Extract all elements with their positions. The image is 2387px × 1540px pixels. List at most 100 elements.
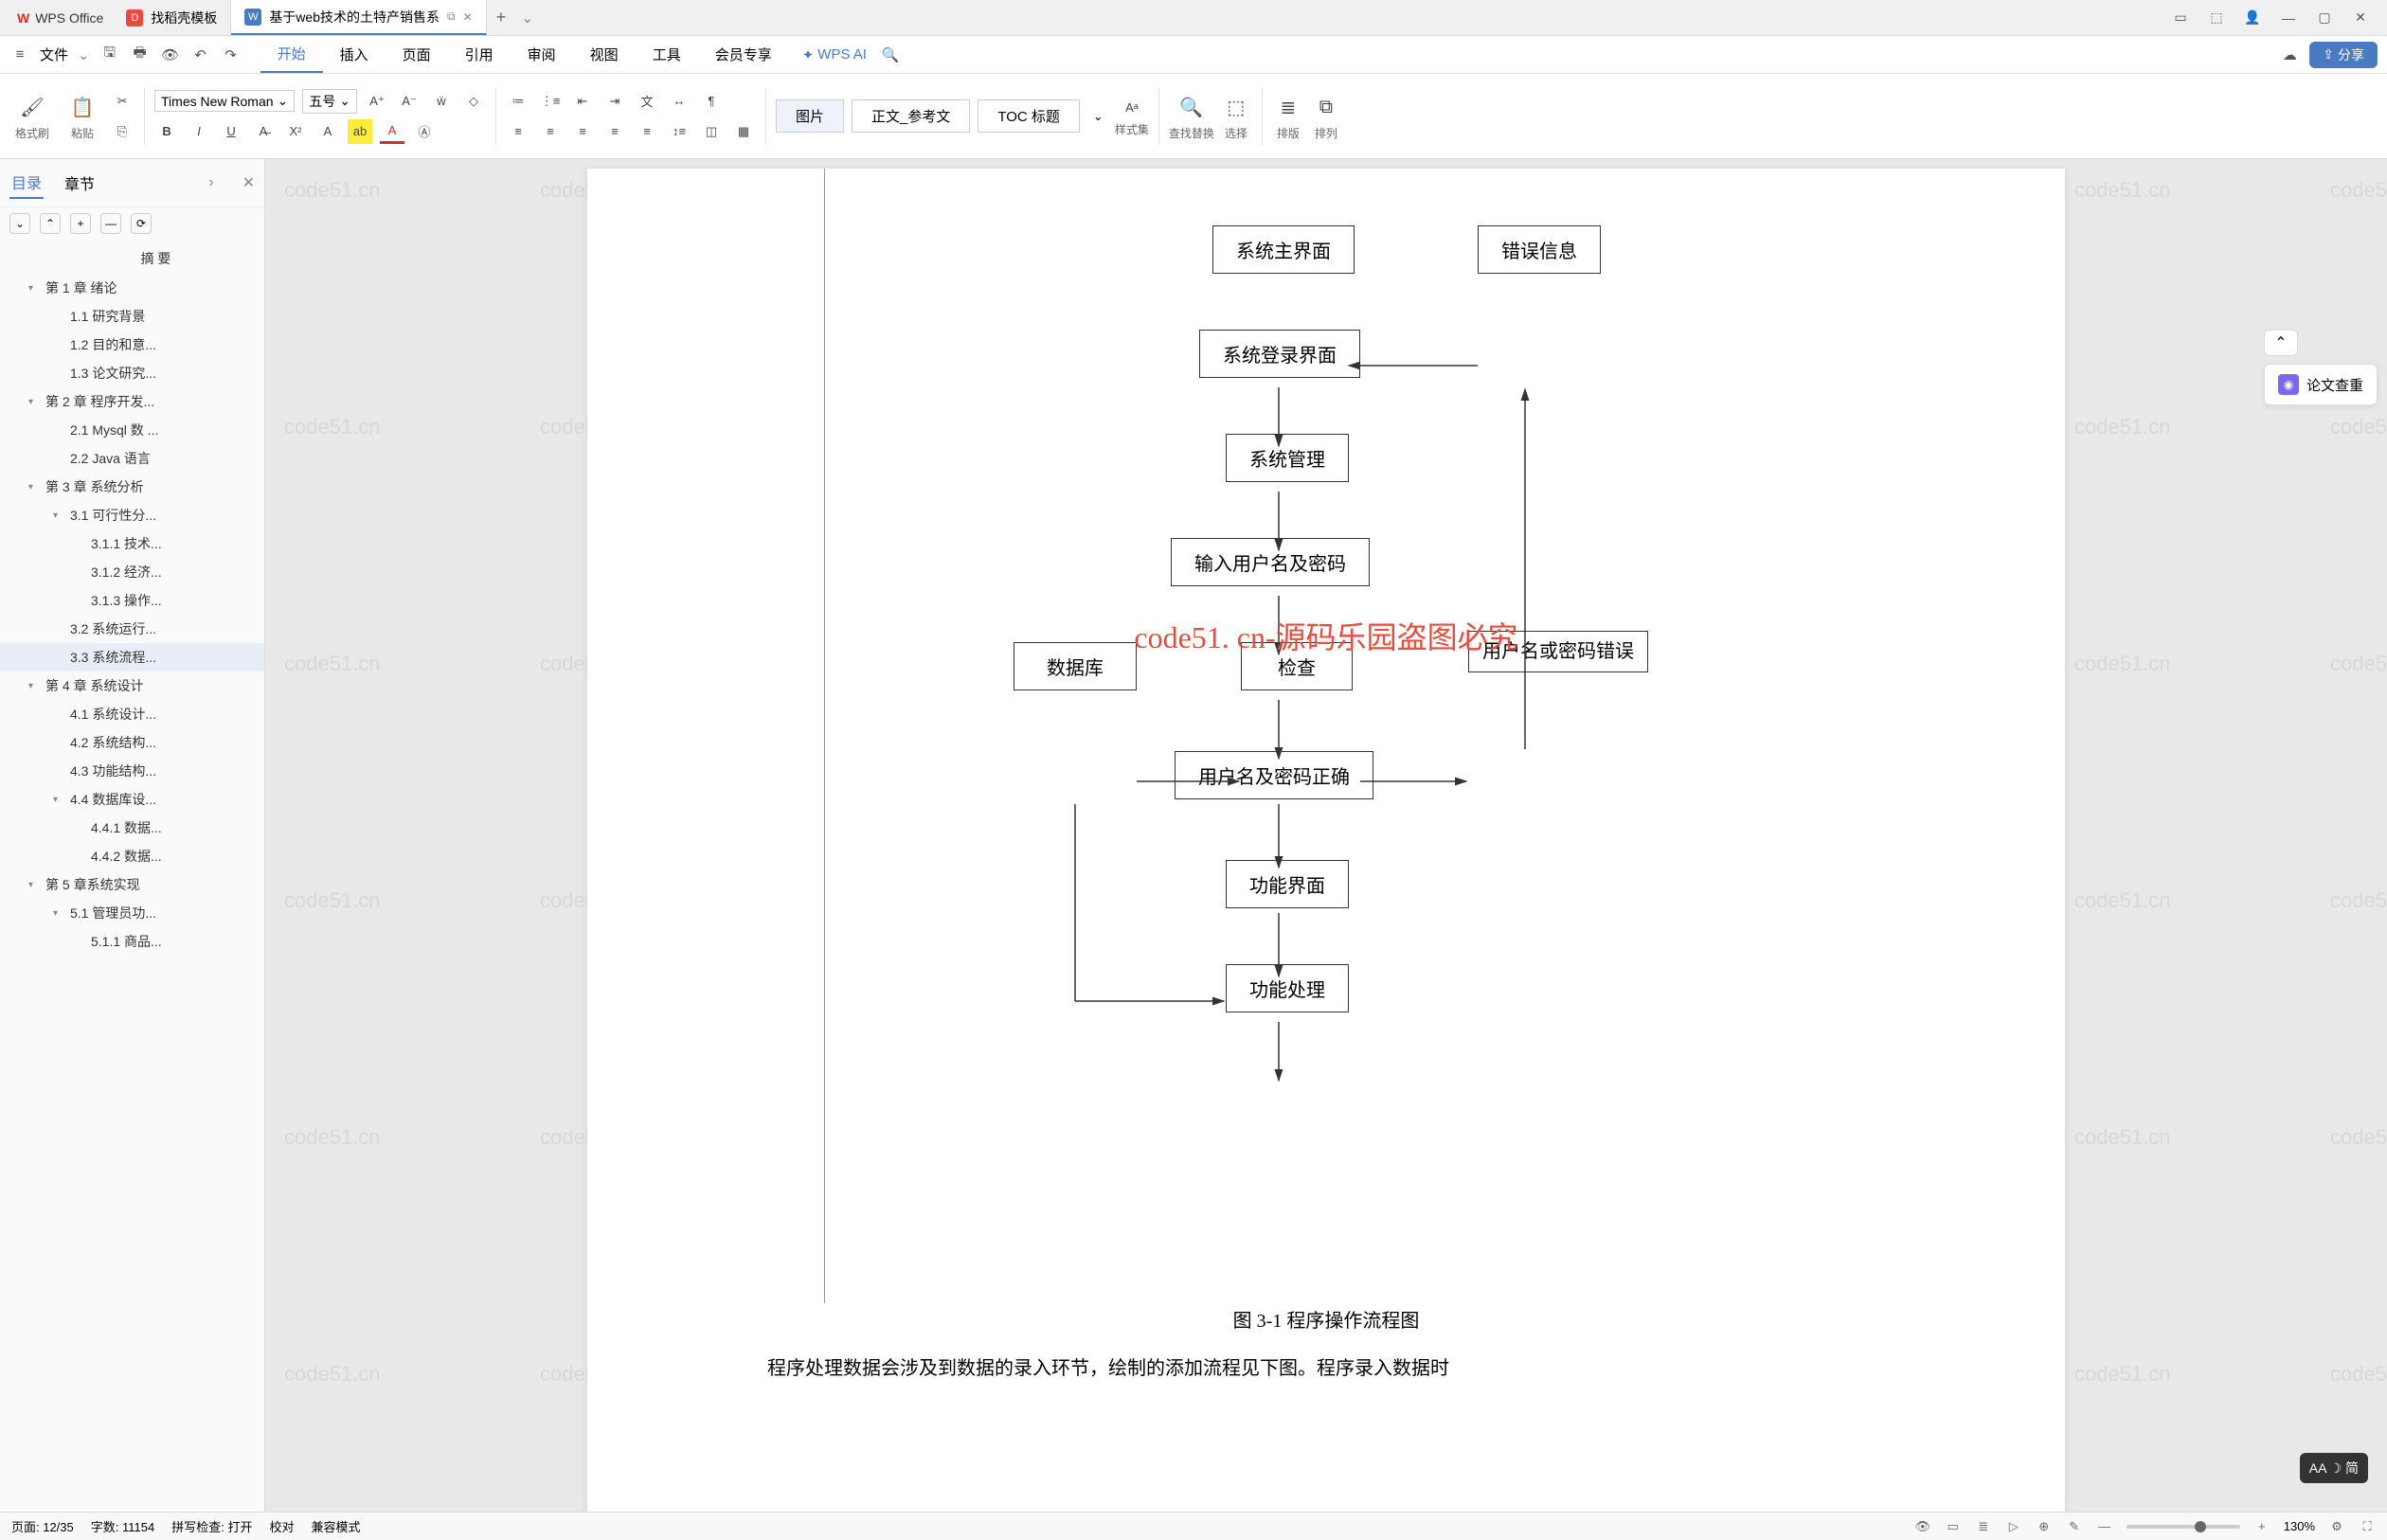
read-view-icon[interactable]: ▷: [2005, 1518, 2022, 1535]
page-indicator[interactable]: 页面: 12/35: [11, 1517, 74, 1535]
outline-item[interactable]: ▾第 5 章系统实现: [0, 870, 264, 899]
wps-ai-button[interactable]: ✦ WPS AI: [789, 46, 880, 63]
file-menu[interactable]: 文件: [40, 45, 68, 64]
word-count[interactable]: 字数: 11154: [91, 1517, 154, 1535]
outline-item[interactable]: 3.1.1 技术...: [0, 529, 264, 558]
print-icon[interactable]: 🖶: [130, 45, 151, 65]
document-area[interactable]: code51.cncode51.cncode51.cncode51.cncode…: [265, 159, 2387, 1512]
menu-view[interactable]: 视图: [573, 37, 636, 72]
outline-item[interactable]: ▾5.1 管理员功...: [0, 899, 264, 927]
find-icon[interactable]: 🔍: [1176, 91, 1208, 123]
style-image[interactable]: 图片: [776, 99, 844, 133]
menu-icon[interactable]: ≡: [9, 45, 30, 65]
style-sets-icon[interactable]: Aᵃ: [1120, 95, 1144, 119]
tab-document[interactable]: W 基于web技术的土特产销售系 ⧉ ✕: [231, 0, 486, 35]
select-icon[interactable]: ⬚: [1220, 91, 1252, 123]
distribute-icon[interactable]: ≡: [635, 119, 659, 144]
chevron-right-icon[interactable]: ›: [208, 174, 213, 191]
expand-down-icon[interactable]: ⌄: [9, 213, 30, 234]
bullets-icon[interactable]: ≔: [506, 89, 530, 114]
menu-tools[interactable]: 工具: [636, 37, 698, 72]
remove-icon[interactable]: —: [100, 213, 121, 234]
outline-item[interactable]: 3.1.2 经济...: [0, 558, 264, 586]
maximize-icon[interactable]: ▢: [2315, 9, 2334, 27]
clear-format-icon[interactable]: ◇: [461, 89, 486, 114]
save-icon[interactable]: 🖫: [99, 45, 120, 65]
highlight-icon[interactable]: ab: [348, 119, 372, 144]
increase-font-icon[interactable]: A⁺: [365, 89, 389, 114]
justify-icon[interactable]: ≡: [602, 119, 627, 144]
indent-icon[interactable]: ⇥: [602, 89, 627, 114]
cut-icon[interactable]: ✂: [110, 89, 135, 114]
align-right-icon[interactable]: ≡: [570, 119, 595, 144]
underline-icon[interactable]: U: [219, 119, 243, 144]
close-icon[interactable]: ✕: [463, 10, 473, 24]
reading-mode-float[interactable]: AA ☽ 简: [2300, 1453, 2368, 1483]
add-icon[interactable]: +: [70, 213, 91, 234]
outline-tab-chapters[interactable]: 章节: [63, 168, 97, 198]
style-more-icon[interactable]: ⌄: [1087, 109, 1109, 124]
outline-view-icon[interactable]: ≣: [1975, 1518, 1992, 1535]
refresh-icon[interactable]: ⟳: [131, 213, 152, 234]
border-icon[interactable]: ▦: [731, 119, 756, 144]
font-name-select[interactable]: Times New Roman⌄: [154, 90, 295, 112]
redo-icon[interactable]: ↷: [221, 45, 242, 65]
zoom-out-icon[interactable]: —: [2096, 1518, 2113, 1535]
outline-item[interactable]: ▾第 4 章 系统设计: [0, 672, 264, 700]
menu-review[interactable]: 审阅: [511, 37, 573, 72]
outline-item[interactable]: ▾第 1 章 绪论: [0, 274, 264, 302]
cloud-icon[interactable]: ☁: [2279, 45, 2300, 65]
collapse-up-icon[interactable]: ⌃: [40, 213, 61, 234]
compat-mode[interactable]: 兼容模式: [311, 1517, 360, 1535]
outline-item[interactable]: 4.3 功能结构...: [0, 757, 264, 785]
outline-item[interactable]: 3.3 系统流程...: [0, 643, 264, 672]
italic-icon[interactable]: I: [187, 119, 211, 144]
font-color-icon[interactable]: A: [380, 119, 404, 144]
outline-item[interactable]: 4.2 系统结构...: [0, 728, 264, 757]
outline-tab-toc[interactable]: 目录: [9, 167, 44, 199]
outdent-icon[interactable]: ⇤: [570, 89, 595, 114]
align-center-icon[interactable]: ≡: [538, 119, 563, 144]
line-break-icon[interactable]: ¶: [699, 89, 724, 114]
font-outline-icon[interactable]: Ⓐ: [412, 119, 437, 144]
close-window-icon[interactable]: ✕: [2351, 9, 2370, 27]
menu-page[interactable]: 页面: [386, 37, 448, 72]
tab-add-button[interactable]: +: [487, 8, 516, 27]
strike-icon[interactable]: A̶: [251, 119, 276, 144]
outline-item[interactable]: 2.1 Mysql 数 ...: [0, 416, 264, 444]
outline-item[interactable]: 4.1 系统设计...: [0, 700, 264, 728]
style-toc-title[interactable]: TOC 标题: [978, 99, 1080, 133]
outline-item[interactable]: 5.1.1 商品...: [0, 927, 264, 956]
style-body-ref[interactable]: 正文_参考文: [852, 99, 970, 133]
outline-abstract[interactable]: 摘 要: [0, 243, 264, 274]
menu-member[interactable]: 会员专享: [698, 37, 789, 72]
paste-icon[interactable]: 📋: [66, 91, 99, 123]
outline-item[interactable]: 3.2 系统运行...: [0, 615, 264, 643]
zoom-level[interactable]: 130%: [2284, 1519, 2315, 1533]
superscript-icon[interactable]: X²: [283, 119, 308, 144]
pencil-icon[interactable]: ✎: [2066, 1518, 2083, 1535]
outline-item[interactable]: 1.1 研究背景: [0, 302, 264, 331]
avatar-icon[interactable]: 👤: [2243, 9, 2262, 27]
arrange-icon[interactable]: ⧉: [1310, 91, 1342, 123]
text-direction-icon[interactable]: 文: [635, 89, 659, 114]
settings-icon[interactable]: ⚙: [2328, 1518, 2345, 1535]
tab-templates[interactable]: D 找稻壳模板: [113, 0, 231, 35]
shading-icon[interactable]: ◫: [699, 119, 724, 144]
menu-reference[interactable]: 引用: [448, 37, 511, 72]
menu-insert[interactable]: 插入: [323, 37, 386, 72]
outline-item[interactable]: 2.2 Java 语言: [0, 444, 264, 473]
proofread-status[interactable]: 校对: [269, 1517, 294, 1535]
eye-icon[interactable]: 👁: [1914, 1518, 1931, 1535]
outline-item[interactable]: ▾4.4 数据库设...: [0, 785, 264, 814]
decrease-font-icon[interactable]: A⁻: [397, 89, 422, 114]
page-view-icon[interactable]: ▭: [1945, 1518, 1962, 1535]
undo-icon[interactable]: ↶: [190, 45, 211, 65]
package-icon[interactable]: ⬚: [2207, 9, 2226, 27]
fullscreen-icon[interactable]: ⛶: [2359, 1518, 2376, 1535]
share-button[interactable]: ⇪ 分享: [2309, 42, 2378, 68]
sort-icon[interactable]: ≣: [1272, 91, 1304, 123]
format-painter-icon[interactable]: 🖌: [16, 91, 48, 123]
web-view-icon[interactable]: ⊕: [2036, 1518, 2053, 1535]
font-size-select[interactable]: 五号⌄: [302, 89, 357, 114]
